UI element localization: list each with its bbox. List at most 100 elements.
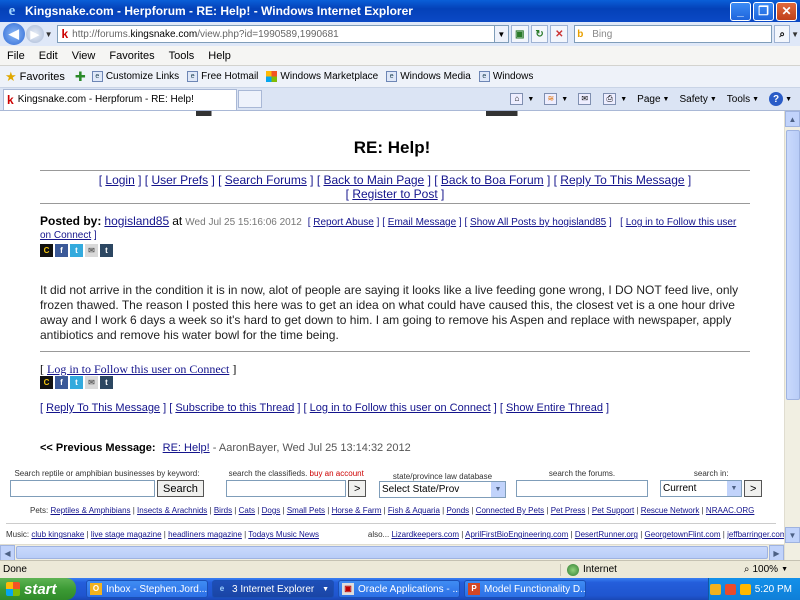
start-button[interactable]: start (0, 578, 76, 600)
scroll-down-icon[interactable]: ▼ (785, 527, 800, 543)
scroll-left-icon[interactable]: ◀ (0, 545, 15, 561)
connect-icon[interactable]: C (40, 376, 53, 389)
twitter-icon[interactable]: t (70, 244, 83, 257)
horizontal-scroll-thumb[interactable] (16, 546, 768, 559)
menu-favorites[interactable]: Favorites (102, 50, 161, 62)
twitter-icon[interactable]: t (70, 376, 83, 389)
pets-link[interactable]: Horse & Farm (332, 506, 382, 515)
music-link[interactable]: headliners magazine (168, 530, 242, 539)
fav-link-customize[interactable]: e Customize Links (91, 71, 179, 82)
taskbar-item-outlook[interactable]: O Inbox - Stephen.Jord... (86, 580, 208, 598)
tools-menu[interactable]: Tools ▼ (727, 94, 759, 105)
menu-file[interactable]: File (0, 50, 32, 62)
search-dropdown[interactable]: ▼ (790, 30, 800, 39)
mail-button[interactable]: ✉ (578, 93, 593, 105)
close-button[interactable]: ✕ (776, 1, 797, 21)
fav-link-media[interactable]: e Windows Media (386, 71, 471, 82)
safety-menu[interactable]: Safety ▼ (679, 94, 716, 105)
page-menu[interactable]: Page ▼ (637, 94, 669, 105)
pets-link[interactable]: NRAAC.ORG (706, 506, 754, 515)
zoom-control[interactable]: ⌕ 100% ▼ (744, 564, 800, 575)
menu-view[interactable]: View (65, 50, 103, 62)
search-in-select[interactable]: Current ▼ (660, 480, 742, 497)
forum-search-input[interactable] (516, 480, 648, 497)
favorites-button[interactable]: Favorites (20, 71, 65, 83)
facebook-icon[interactable]: f (55, 376, 68, 389)
login-link[interactable]: Login (105, 173, 134, 187)
fav-link-windows[interactable]: e Windows (478, 71, 533, 82)
print-button[interactable]: ⎙ ▼ (603, 93, 627, 105)
fav-link-hotmail[interactable]: e Free Hotmail (187, 71, 258, 82)
tumblr-icon[interactable]: t (100, 244, 113, 257)
pets-link[interactable]: Insects & Arachnids (137, 506, 207, 515)
pets-link[interactable]: Reptiles & Amphibians (50, 506, 130, 515)
classifieds-go-button[interactable]: > (348, 480, 367, 497)
also-link[interactable]: AprilFirstBioEngineering.com (465, 530, 568, 539)
scroll-up-icon[interactable]: ▲ (785, 111, 800, 127)
tab-active[interactable]: k Kingsnake.com - Herpforum - RE: Help! (3, 88, 237, 110)
email-icon[interactable]: ✉ (85, 244, 98, 257)
follow-link-2[interactable]: Log in to Follow this user on Connect (47, 362, 229, 376)
vertical-scroll-thumb[interactable] (786, 130, 800, 400)
pets-link[interactable]: Small Pets (287, 506, 325, 515)
also-link[interactable]: jeffbarringer.com (727, 530, 784, 539)
register-link[interactable]: Register to Post (352, 187, 437, 201)
compatibility-icon[interactable]: ▣ (510, 25, 529, 43)
security-zone[interactable]: Internet (560, 563, 680, 576)
pets-link[interactable]: Rescue Network (641, 506, 700, 515)
refresh-icon[interactable]: ↻ (530, 25, 549, 43)
back-button[interactable]: ◀ (3, 23, 25, 45)
tray-security-icon[interactable] (739, 583, 751, 595)
clock[interactable]: 5:20 PM (755, 584, 792, 595)
tumblr-icon[interactable]: t (100, 376, 113, 389)
home-button[interactable]: ⌂ ▼ (510, 93, 534, 105)
tray-app-icon[interactable] (709, 583, 721, 595)
search-box[interactable]: b Bing (574, 25, 773, 43)
classifieds-search-input[interactable] (226, 480, 346, 497)
address-bar[interactable]: k http://forums. kingsnake.com/view.php?i… (57, 25, 495, 43)
author-link[interactable]: hogisland85 (104, 214, 169, 228)
menu-help[interactable]: Help (201, 50, 238, 62)
main-page-link[interactable]: Back to Main Page (324, 173, 425, 187)
email-icon[interactable]: ✉ (85, 376, 98, 389)
report-abuse-link[interactable]: Report Abuse (313, 217, 374, 228)
boa-forum-link[interactable]: Back to Boa Forum (441, 173, 544, 187)
pets-link[interactable]: Fish & Aquaria (388, 506, 440, 515)
maximize-button[interactable]: ❐ (753, 1, 774, 21)
add-favorite-icon[interactable]: ✚ (75, 69, 86, 85)
taskbar-item-oracle[interactable]: ▣ Oracle Applications - ... (338, 580, 460, 598)
address-dropdown[interactable]: ▼ (494, 25, 509, 43)
business-search-button[interactable]: Search (157, 480, 204, 497)
forum-search-go-button[interactable]: > (744, 480, 763, 497)
pets-link[interactable]: Pet Press (551, 506, 586, 515)
follow-link-3[interactable]: Log in to Follow this user on Connect (310, 402, 491, 414)
show-all-posts-link[interactable]: Show All Posts by hogisland85 (470, 217, 606, 228)
search-forums-link[interactable]: Search Forums (225, 173, 307, 187)
also-link[interactable]: DesertRunner.org (575, 530, 638, 539)
buy-account-link[interactable]: buy an account (310, 469, 364, 478)
search-icon[interactable]: ⌕ (774, 25, 791, 43)
help-button[interactable]: ? ▼ (769, 92, 792, 106)
pets-link[interactable]: Birds (214, 506, 232, 515)
also-link[interactable]: GeorgetownFlint.com (645, 530, 721, 539)
pets-link[interactable]: Cats (239, 506, 255, 515)
menu-edit[interactable]: Edit (32, 50, 65, 62)
horizontal-scrollbar[interactable]: ◀ ▶ (0, 544, 784, 561)
facebook-icon[interactable]: f (55, 244, 68, 257)
taskbar-item-ie[interactable]: e3 Internet Explorer ▼ (212, 580, 334, 598)
forward-button[interactable]: ▶ (25, 25, 44, 43)
taskbar-item-powerpoint[interactable]: P Model Functionality D... (464, 580, 586, 598)
fav-link-marketplace[interactable]: Windows Marketplace (266, 71, 378, 82)
reply-link[interactable]: Reply To This Message (560, 173, 684, 187)
show-thread-link[interactable]: Show Entire Thread (506, 402, 603, 414)
new-tab-button[interactable] (238, 90, 262, 108)
feeds-button[interactable]: ≋ ▼ (544, 93, 568, 105)
user-prefs-link[interactable]: User Prefs (151, 173, 208, 187)
music-link[interactable]: club kingsnake (31, 530, 84, 539)
menu-tools[interactable]: Tools (162, 50, 202, 62)
vertical-scrollbar[interactable]: ▲ ▼ (784, 111, 800, 560)
reply-to-message-link[interactable]: Reply To This Message (46, 402, 160, 414)
minimize-button[interactable]: _ (730, 1, 751, 21)
connect-icon[interactable]: C (40, 244, 53, 257)
history-dropdown[interactable]: ▼ (44, 30, 54, 39)
